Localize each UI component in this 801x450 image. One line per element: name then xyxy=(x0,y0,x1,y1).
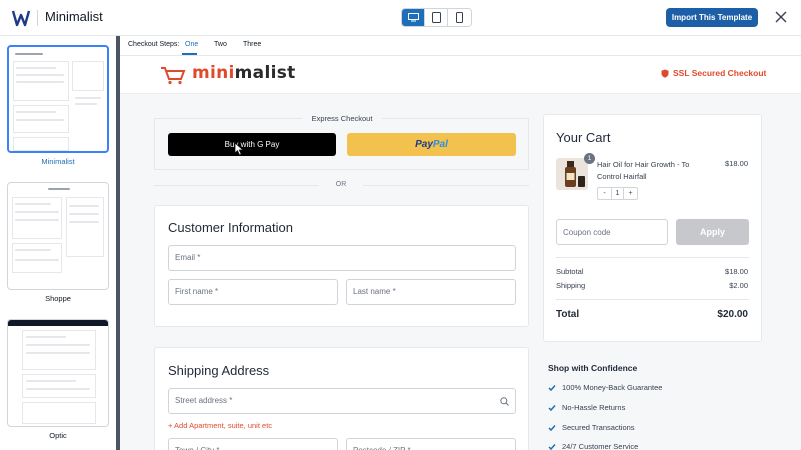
postcode-field[interactable]: Postcode / ZIP * xyxy=(346,438,516,450)
product-price: $18.00 xyxy=(725,159,748,168)
total-label: Total xyxy=(556,309,580,320)
confidence-item-label: 100% Money-Back Guarantee xyxy=(562,383,663,392)
confidence-item-label: 24/7 Customer Service xyxy=(562,442,639,450)
template-title: Minimalist xyxy=(45,9,103,24)
confidence-item: No-Hassle Returns xyxy=(548,403,625,412)
street-address-placeholder: Street address * xyxy=(175,396,233,405)
product-image xyxy=(556,158,588,190)
tab-step-one[interactable]: One xyxy=(185,41,198,48)
email-field[interactable]: Email * xyxy=(168,245,516,271)
store-header: minimalist SSL Secured Checkout xyxy=(120,56,801,94)
apply-coupon-button[interactable]: Apply xyxy=(676,219,749,245)
template-label: Optic xyxy=(49,431,67,440)
quantity-stepper: - 1 + xyxy=(597,187,638,200)
or-divider-left xyxy=(154,185,319,186)
google-pay-button[interactable]: Buy with G Pay xyxy=(168,133,336,156)
shipping-value: $2.00 xyxy=(729,281,748,290)
checkout-preview: Checkout Steps: One Two Three minimalist… xyxy=(120,36,801,450)
mobile-icon xyxy=(456,12,463,23)
or-separator: OR xyxy=(335,181,347,188)
logo-suffix: malist xyxy=(234,63,296,83)
first-name-field[interactable]: First name * xyxy=(168,279,338,305)
check-icon xyxy=(548,424,556,431)
template-thumbnail xyxy=(7,45,109,153)
logo-prefix: mini xyxy=(192,63,235,83)
confidence-item: Secured Transactions xyxy=(548,423,635,432)
mouse-pointer-icon xyxy=(234,142,245,156)
app-logo-icon xyxy=(12,10,31,27)
confidence-item-label: No-Hassle Returns xyxy=(562,403,626,412)
check-icon xyxy=(548,443,556,450)
check-icon xyxy=(548,384,556,391)
confidence-item: 100% Money-Back Guarantee xyxy=(548,383,662,392)
express-checkout-title: Express Checkout xyxy=(311,114,373,123)
cart-title: Your Cart xyxy=(556,130,611,145)
template-card-shoppe[interactable]: Shoppe xyxy=(7,182,109,303)
ssl-text: SSL Secured Checkout xyxy=(673,68,767,78)
add-apartment-link[interactable]: + Add Apartment, suite, unit etc xyxy=(168,421,272,430)
mobile-view-button[interactable] xyxy=(448,9,471,26)
shipping-label: Shipping xyxy=(556,281,586,290)
cart-divider xyxy=(556,257,749,258)
desktop-view-button[interactable] xyxy=(402,9,425,26)
tablet-view-button[interactable] xyxy=(425,9,448,26)
paypal-button[interactable]: Pay Pal xyxy=(347,133,516,156)
template-thumbnail xyxy=(7,182,109,290)
paypal-text-b: Pal xyxy=(432,139,448,150)
tablet-icon xyxy=(431,12,441,23)
paypal-text-a: Pay xyxy=(415,139,433,150)
shipping-address-title: Shipping Address xyxy=(168,363,270,378)
last-name-field[interactable]: Last name * xyxy=(346,279,516,305)
tab-step-two[interactable]: Two xyxy=(214,41,227,48)
tab-step-three[interactable]: Three xyxy=(243,41,261,48)
check-icon xyxy=(548,404,556,411)
active-step-indicator xyxy=(182,53,197,55)
search-icon xyxy=(500,397,509,406)
oil-bottle-icon xyxy=(565,161,585,187)
template-label: Shoppe xyxy=(45,294,71,303)
confidence-item: 24/7 Customer Service xyxy=(548,442,638,450)
quantity-value[interactable]: 1 xyxy=(611,188,624,199)
increase-quantity-button[interactable]: + xyxy=(624,188,637,199)
coupon-code-field[interactable]: Coupon code xyxy=(556,219,668,245)
decrease-quantity-button[interactable]: - xyxy=(598,188,611,199)
template-card-minimalist[interactable]: Minimalist xyxy=(7,45,109,166)
store-logo-text: minimalist xyxy=(192,63,296,83)
cart-logo-icon xyxy=(161,67,186,85)
close-icon[interactable] xyxy=(773,9,789,25)
product-name: Hair Oil for Hair Growth - To Control Ha… xyxy=(597,160,690,181)
title-divider xyxy=(37,10,38,26)
template-card-optic[interactable]: Optic xyxy=(7,319,109,440)
confidence-title: Shop with Confidence xyxy=(548,363,638,373)
template-sidebar: Minimalist Shoppe Optic xyxy=(0,36,116,450)
cart-divider xyxy=(556,299,749,300)
checkout-steps-label: Checkout Steps: xyxy=(128,41,180,48)
top-bar: Minimalist Import This Template xyxy=(0,0,801,36)
or-divider-right xyxy=(363,185,529,186)
template-label: Minimalist xyxy=(41,157,75,166)
subtotal-value: $18.00 xyxy=(725,267,748,276)
subtotal-label: Subtotal xyxy=(556,267,584,276)
customer-info-title: Customer Information xyxy=(168,220,293,235)
template-thumbnail xyxy=(7,319,109,427)
ssl-badge: SSL Secured Checkout xyxy=(661,68,766,78)
street-address-field[interactable]: Street address * xyxy=(168,388,516,414)
confidence-item-label: Secured Transactions xyxy=(562,423,635,432)
quantity-badge: 1 xyxy=(584,153,595,164)
town-city-field[interactable]: Town / City * xyxy=(168,438,338,450)
import-template-button[interactable]: Import This Template xyxy=(666,8,758,27)
device-toggle xyxy=(401,8,472,27)
total-value: $20.00 xyxy=(717,309,748,320)
shield-icon xyxy=(661,69,669,78)
desktop-icon xyxy=(407,13,419,22)
checkout-steps-bar: Checkout Steps: One Two Three xyxy=(120,36,801,56)
